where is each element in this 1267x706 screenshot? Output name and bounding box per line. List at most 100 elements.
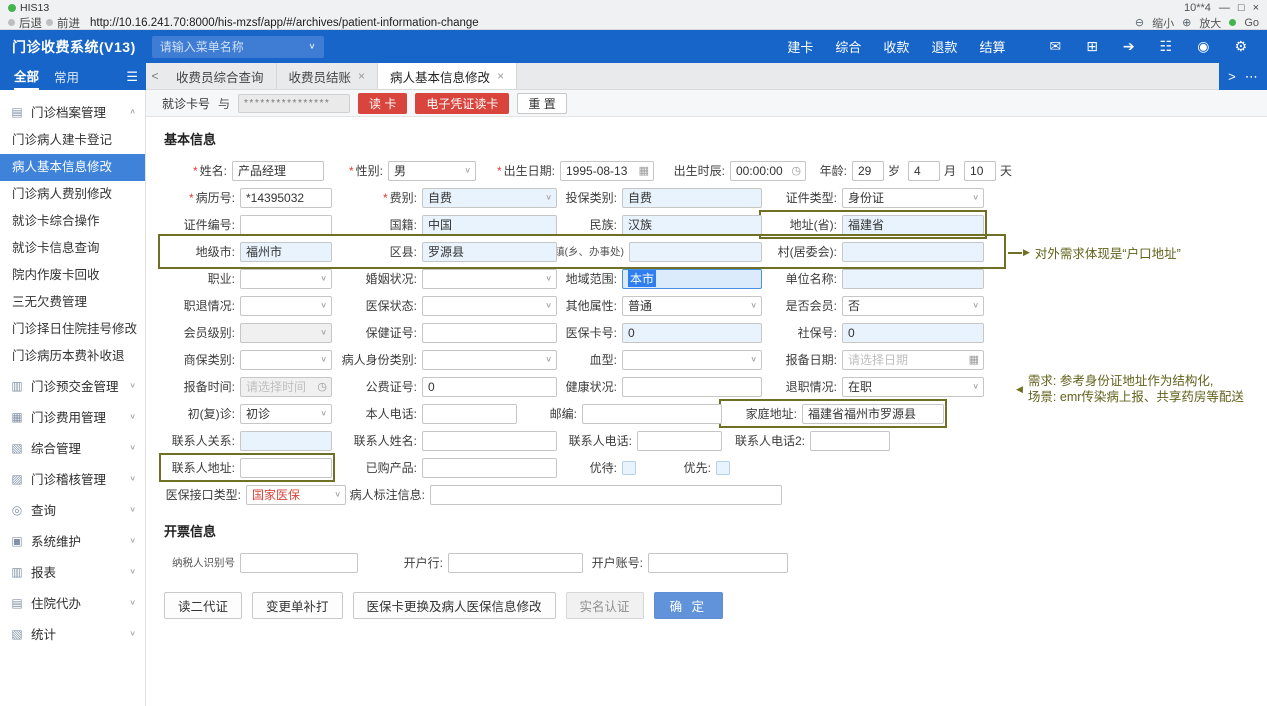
contact-relation-input[interactable] — [240, 430, 332, 451]
city-input[interactable]: 福州市 — [240, 241, 332, 262]
contact-address-input[interactable] — [240, 457, 332, 478]
sidebar-item-1-7[interactable]: 三无欠费管理 — [0, 289, 145, 316]
report-date-input[interactable]: 请选择日期 ▦ — [842, 349, 984, 370]
other-attribute-select[interactable]: 普通 ∨ — [622, 295, 762, 316]
priority-checkbox[interactable] — [716, 460, 730, 475]
sidebar-item-1-8[interactable]: 门诊择日住院挂号修改 — [0, 316, 145, 343]
public-fee-no-input[interactable]: 0 — [422, 376, 557, 397]
sidebar-item-1-4[interactable]: 就诊卡综合操作 — [0, 208, 145, 235]
settings-icon[interactable]: ⚙ — [1234, 38, 1247, 55]
sidebar-section-1[interactable]: ▤ 门诊档案管理 ∧ — [0, 96, 145, 127]
report-time-input[interactable]: 请选择时间 ◷ — [240, 376, 332, 397]
close-icon[interactable]: × — [358, 69, 365, 83]
birth-date-input[interactable]: 1995-08-13 ▦ — [560, 160, 654, 181]
postal-code-input[interactable] — [582, 403, 722, 424]
sidebar-item-1-3[interactable]: 门诊病人费别修改 — [0, 181, 145, 208]
tab-3[interactable]: 病人基本信息修改 × — [378, 63, 518, 89]
fee-type-select[interactable]: 自费 ∨ — [422, 187, 557, 208]
zoom-in-button[interactable]: 放大 — [1199, 15, 1221, 31]
menu-filter-2[interactable]: 常用 — [54, 63, 79, 90]
marital-status-select[interactable]: ∨ — [422, 268, 557, 289]
zoom-in-icon[interactable]: ⊕ — [1182, 16, 1191, 29]
zoom-out-button[interactable]: 缩小 — [1152, 15, 1174, 31]
go-button[interactable]: Go — [1244, 17, 1259, 29]
reset-button[interactable]: 重 置 — [517, 92, 567, 114]
menu-icon[interactable]: ☰ — [126, 69, 138, 85]
sidebar-section-7[interactable]: ▣ 系统维护 ∨ — [0, 525, 145, 556]
contact-phone-input[interactable] — [637, 430, 722, 451]
nationality-input[interactable]: 中国 — [422, 214, 557, 235]
sidebar-item-1-6[interactable]: 院内作废卡回收 — [0, 262, 145, 289]
purchased-products-input[interactable] — [422, 457, 557, 478]
footer-button-1[interactable]: 读二代证 — [164, 592, 243, 619]
back-button[interactable]: 后退 — [19, 15, 42, 31]
forward-icon[interactable] — [46, 19, 53, 26]
bank-account-input[interactable] — [648, 552, 788, 573]
social-security-no-input[interactable]: 0 — [842, 322, 984, 343]
input-mode-icon[interactable]: 与 — [218, 95, 230, 112]
region-scope-input[interactable]: 本市 — [622, 268, 762, 289]
header-action-3[interactable]: 收款 — [883, 37, 909, 56]
cashier-icon[interactable]: ⊞ — [1086, 38, 1098, 55]
preferential-checkbox[interactable] — [622, 460, 636, 475]
footer-button-5[interactable]: 确 定 — [653, 592, 724, 619]
contact-phone2-input[interactable] — [810, 430, 890, 451]
medical-record-no-input[interactable]: *14395032 — [240, 187, 332, 208]
employer-input[interactable] — [842, 268, 984, 289]
close-icon[interactable]: × — [497, 69, 504, 83]
member-level-select[interactable]: ∨ — [240, 322, 332, 343]
send-icon[interactable]: ➔ — [1123, 38, 1135, 55]
sidebar-item-1-5[interactable]: 就诊卡信息查询 — [0, 235, 145, 262]
insured-category-input[interactable]: 自费 — [622, 187, 762, 208]
read-card-button[interactable]: 读 卡 — [358, 92, 408, 114]
tab-more-icon[interactable]: ⋯ — [1245, 69, 1258, 85]
voucher-icon[interactable]: ✉ — [1049, 38, 1061, 55]
ecert-read-button[interactable]: 电子凭证读卡 — [415, 92, 510, 114]
sidebar-item-1-1[interactable]: 门诊病人建卡登记 — [0, 127, 145, 154]
visit-type-select[interactable]: 初诊 ∨ — [240, 403, 332, 424]
occupation-select[interactable]: ∨ — [240, 268, 332, 289]
taxpayer-id-input[interactable] — [240, 552, 358, 573]
village-input[interactable] — [842, 241, 984, 262]
gender-select[interactable]: 男 ∨ — [388, 160, 476, 181]
zoom-out-icon[interactable]: ⊖ — [1135, 16, 1144, 29]
printer-icon[interactable]: ☷ — [1160, 38, 1173, 55]
close-icon[interactable]: × — [1253, 2, 1259, 14]
county-input[interactable]: 罗源县 — [422, 241, 557, 262]
age-input[interactable]: 4 — [908, 160, 941, 181]
medins-card-no-input[interactable]: 0 — [622, 322, 762, 343]
menu-search-input[interactable]: 请输入菜单名称 ∨ — [151, 35, 324, 58]
sidebar-section-5[interactable]: ▨ 门诊稽核管理 ∨ — [0, 463, 145, 494]
header-action-4[interactable]: 退款 — [931, 37, 957, 56]
home-address-input[interactable]: 福建省福州市罗源县 — [802, 403, 944, 424]
sidebar-section-10[interactable]: ▧ 统计 ∨ — [0, 618, 145, 649]
header-action-5[interactable]: 结算 — [979, 37, 1005, 56]
id-type-select[interactable]: 身份证 ∨ — [842, 187, 984, 208]
birth-time-input[interactable]: 00:00:00 ◷ — [730, 160, 806, 181]
bank-name-input[interactable] — [448, 552, 583, 573]
health-condition-input[interactable] — [622, 376, 762, 397]
is-member-select[interactable]: 否 ∨ — [842, 295, 984, 316]
forward-button[interactable]: 前进 — [57, 15, 80, 31]
sidebar-item-1-2[interactable]: 病人基本信息修改 — [0, 154, 145, 181]
footer-button-2[interactable]: 变更单补打 — [252, 592, 343, 619]
patient-identity-select[interactable]: ∨ — [422, 349, 557, 370]
tab-scroll-right[interactable]: > — [1228, 69, 1236, 84]
sidebar-section-8[interactable]: ▥ 报表 ∨ — [0, 556, 145, 587]
personal-phone-input[interactable] — [422, 403, 517, 424]
healthcare-cert-no-input[interactable] — [422, 322, 557, 343]
id-number-input[interactable] — [240, 214, 332, 235]
medins-interface-type-select[interactable]: 国家医保 ∨ — [246, 484, 346, 505]
retire-status-select[interactable]: 在职 ∨ — [842, 376, 984, 397]
blood-type-select[interactable]: ∨ — [622, 349, 762, 370]
sidebar-item-1-9[interactable]: 门诊病历本费补收退 — [0, 343, 145, 370]
menu-filter-1[interactable]: 全部 — [14, 63, 40, 90]
view-icon[interactable]: ◉ — [1197, 38, 1209, 55]
medins-status-select[interactable]: ∨ — [422, 295, 557, 316]
back-icon[interactable] — [8, 19, 15, 26]
sidebar-section-4[interactable]: ▧ 综合管理 ∨ — [0, 432, 145, 463]
tab-1[interactable]: 收费员综合查询 — [164, 63, 277, 89]
card-no-input[interactable]: **************** — [238, 93, 351, 113]
town-input[interactable] — [629, 241, 762, 262]
address-province-input[interactable]: 福建省 — [842, 214, 984, 235]
